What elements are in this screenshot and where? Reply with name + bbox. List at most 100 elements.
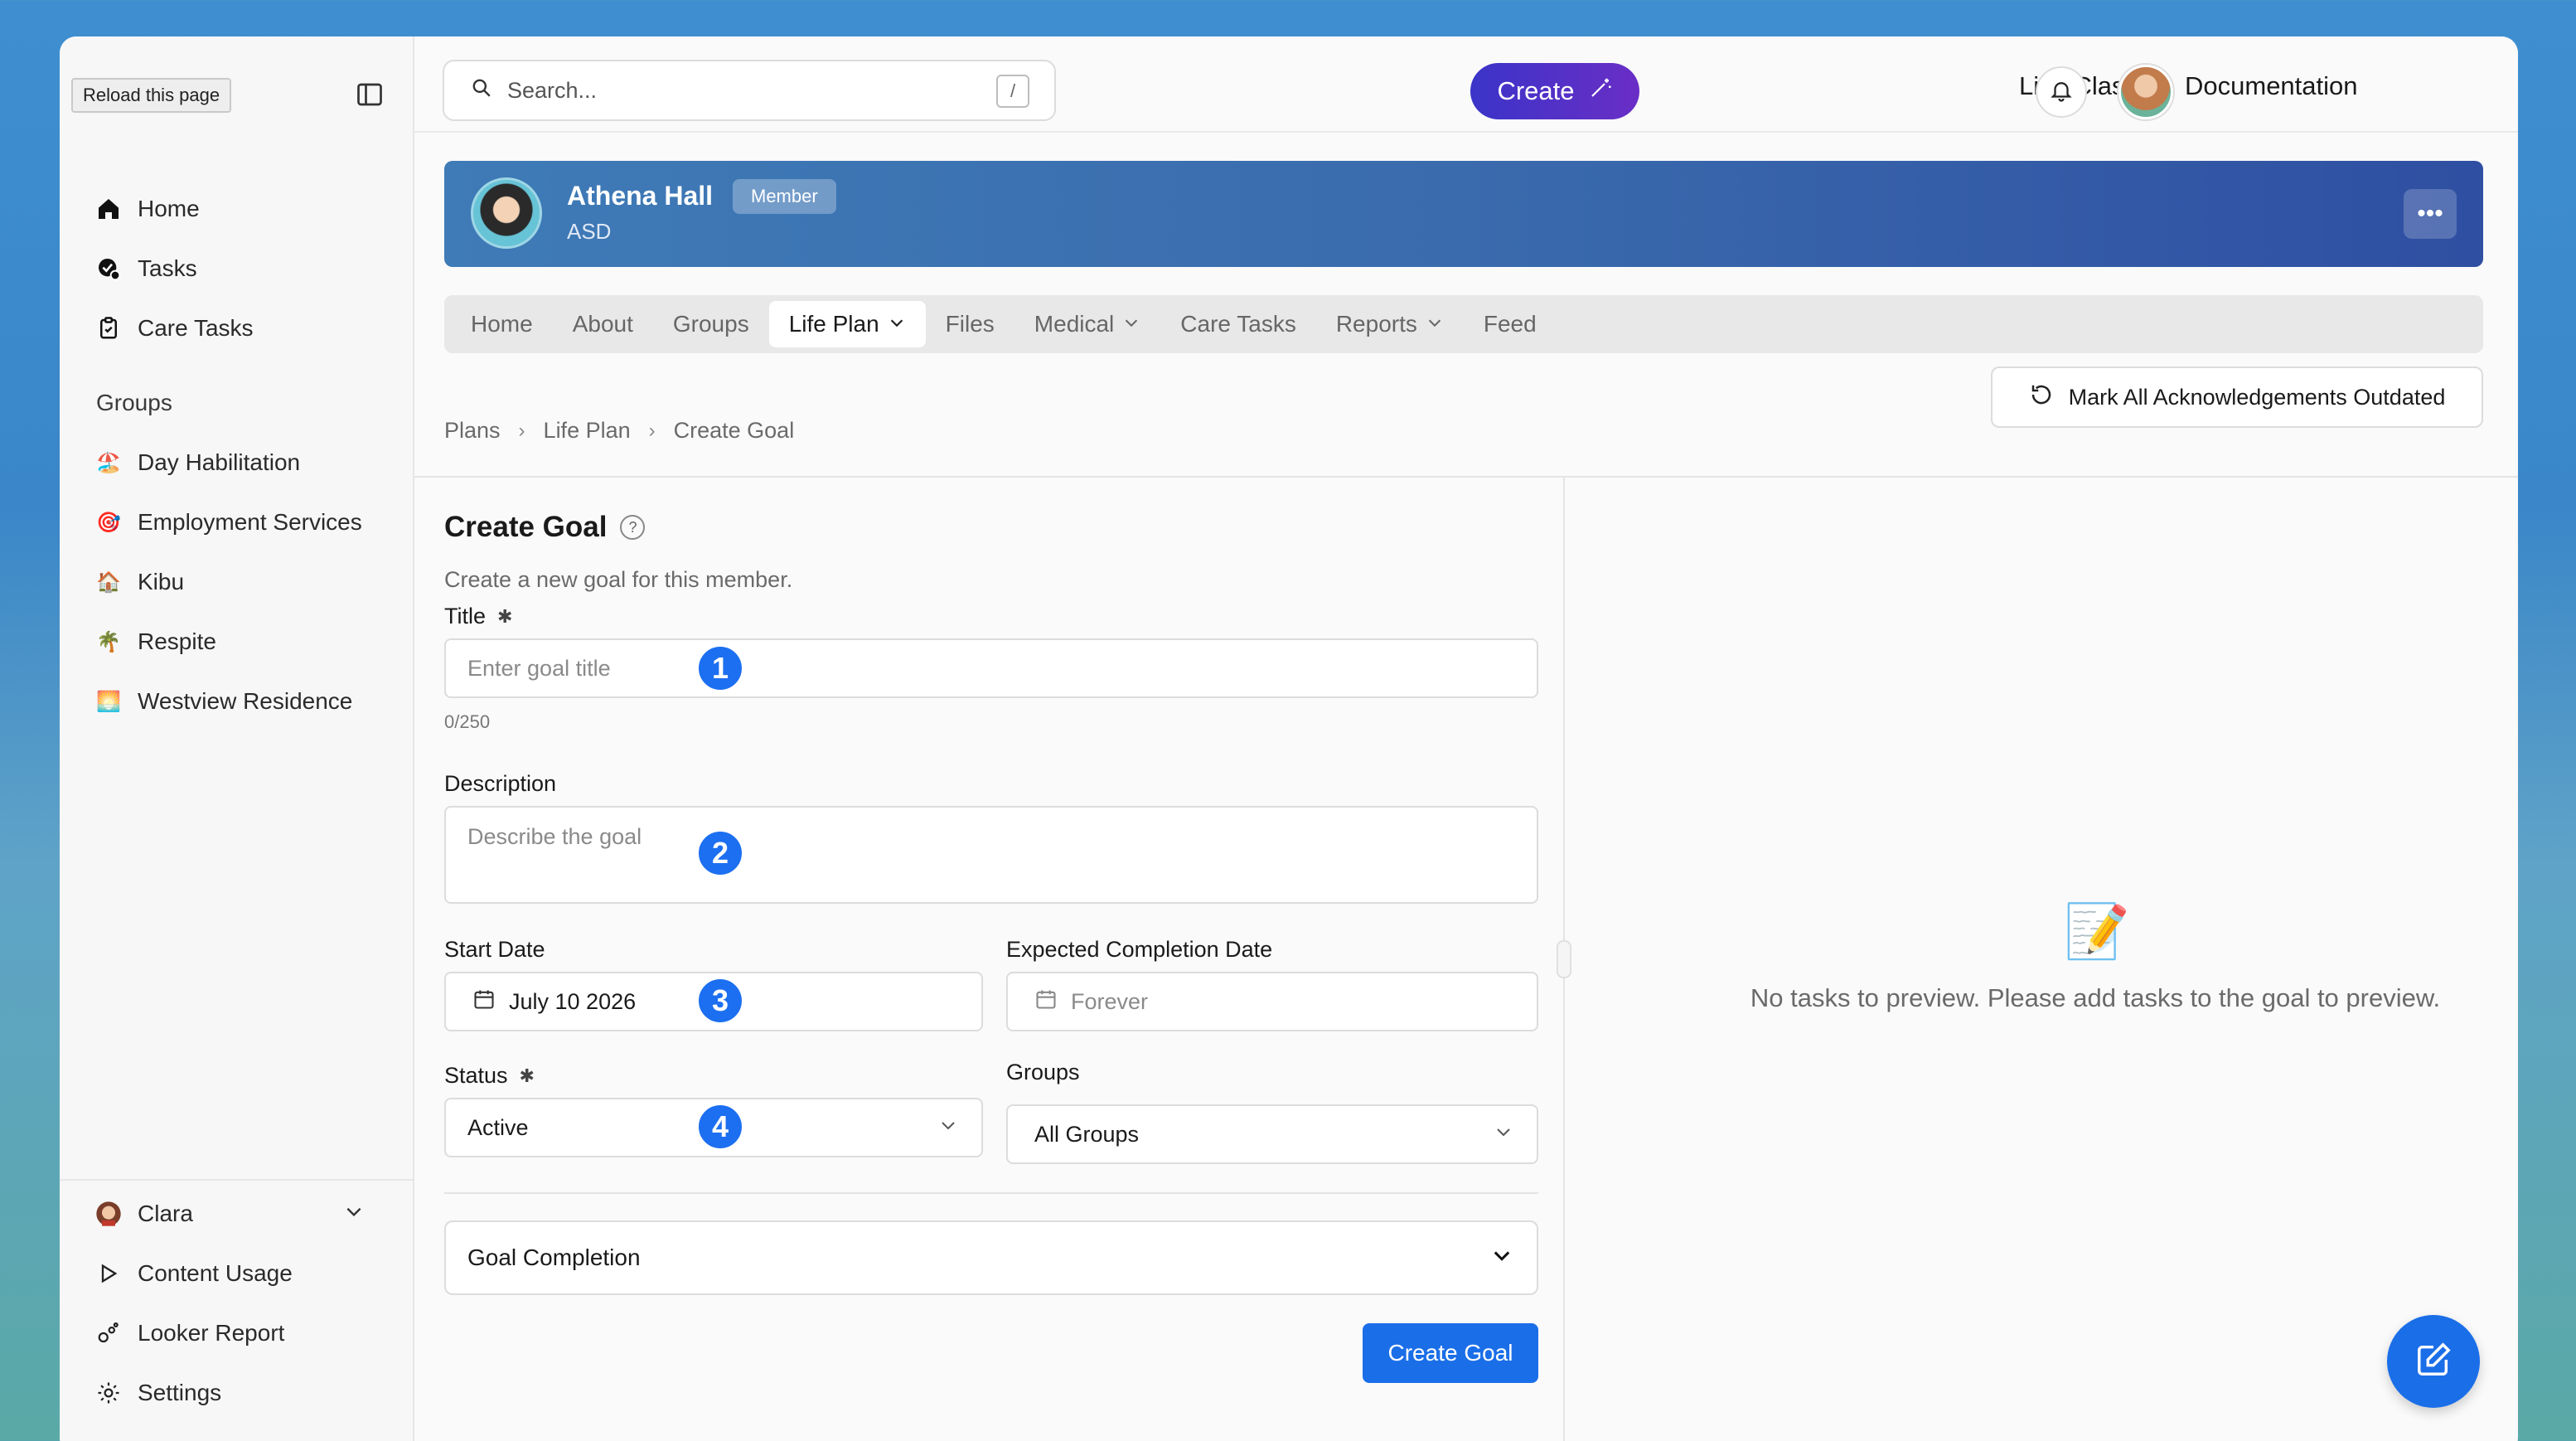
content-divider	[414, 476, 2518, 478]
step-marker-2: 2	[696, 829, 744, 877]
breadcrumb: Plans › Life Plan › Create Goal	[444, 418, 794, 444]
target-icon: 🎯	[96, 511, 121, 534]
house-icon: 🏠	[96, 570, 121, 594]
more-options-button[interactable]: •••	[2404, 189, 2457, 239]
sidebar-divider	[60, 1179, 414, 1181]
chevron-right-icon: ›	[648, 419, 656, 442]
sidebar-item-settings[interactable]: Settings	[94, 1370, 221, 1416]
groups-value: All Groups	[1034, 1121, 1140, 1147]
status-value: Active	[467, 1114, 529, 1140]
search-icon	[471, 77, 492, 104]
panel-resize-handle[interactable]	[1557, 940, 1571, 978]
title-label: Title ✱	[444, 604, 512, 629]
chevron-down-icon	[1122, 311, 1140, 337]
user-name: Clara	[138, 1201, 193, 1226]
sidebar-item-looker-report[interactable]: Looker Report	[94, 1310, 284, 1356]
label-text: Groups	[1006, 1060, 1080, 1084]
chevron-down-icon	[1490, 1244, 1513, 1273]
completion-date-picker[interactable]: Forever	[1006, 972, 1538, 1031]
refresh-icon	[2029, 382, 2054, 413]
app-window: Reload this page Home Tasks Care Tasks G…	[60, 36, 2518, 1441]
member-name: Athena Hall	[567, 181, 714, 211]
member-subtitle: ASD	[567, 219, 612, 244]
step-marker-1: 1	[696, 644, 744, 692]
profile-avatar[interactable]	[2118, 65, 2173, 119]
sidebar-item-label: Day Habilitation	[138, 449, 301, 475]
chevron-down-icon	[343, 1201, 365, 1228]
gear-icon	[94, 1379, 123, 1407]
member-banner: Athena Hall Member ASD •••	[444, 161, 2483, 267]
sidebar-item-label: Kibu	[138, 569, 185, 594]
sidebar-group-kibu[interactable]: 🏠 Kibu	[94, 559, 184, 605]
tab-reports[interactable]: Reports	[1316, 301, 1464, 347]
memo-icon: 📝	[2064, 901, 2130, 961]
search-shortcut-key: /	[996, 75, 1029, 108]
start-date-label: Start Date	[444, 937, 545, 963]
tab-groups[interactable]: Groups	[653, 301, 769, 347]
help-icon[interactable]: ?	[620, 515, 646, 540]
form-subtitle: Create a new goal for this member.	[444, 567, 793, 592]
reload-tooltip: Reload this page	[71, 78, 232, 113]
tab-files[interactable]: Files	[926, 301, 1014, 347]
sidebar-item-home[interactable]: Home	[94, 186, 200, 232]
notifications-button[interactable]	[2036, 66, 2087, 118]
sidebar-item-label: Respite	[138, 628, 216, 654]
description-label: Description	[444, 771, 556, 797]
accordion-label: Goal Completion	[467, 1244, 641, 1270]
tab-label: Feed	[1483, 311, 1537, 337]
home-icon	[94, 195, 123, 223]
member-tabs: Home About Groups Life Plan Files Medica…	[444, 295, 2483, 353]
sunset-icon: 🌅	[96, 690, 121, 713]
goal-title-input[interactable]: Enter goal title	[444, 638, 1538, 698]
tasks-icon	[94, 255, 123, 283]
form-title: Create Goal ?	[444, 511, 646, 544]
groups-select[interactable]: All Groups	[1006, 1104, 1538, 1164]
user-avatar-icon	[94, 1200, 123, 1228]
tab-life-plan[interactable]: Life Plan	[768, 301, 926, 347]
label-text: Description	[444, 771, 557, 796]
chevron-down-icon	[1494, 1122, 1513, 1147]
compose-fab-button[interactable]	[2387, 1315, 2480, 1408]
sidebar-group-employment-services[interactable]: 🎯 Employment Services	[94, 499, 362, 546]
goal-description-textarea[interactable]: Describe the goal	[444, 806, 1538, 904]
member-avatar	[471, 177, 542, 249]
sidebar-group-day-habilitation[interactable]: 🏖️ Day Habilitation	[94, 439, 300, 486]
label-text: Title	[444, 604, 487, 628]
input-placeholder: Forever	[1071, 988, 1149, 1014]
sidebar: Reload this page Home Tasks Care Tasks G…	[60, 36, 414, 1441]
user-menu[interactable]: Clara	[94, 1191, 393, 1237]
mark-acknowledgements-outdated-button[interactable]: Mark All Acknowledgements Outdated	[1991, 366, 2483, 428]
sidebar-item-label: Looker Report	[138, 1320, 285, 1346]
more-horizontal-icon: •••	[2417, 200, 2443, 227]
sidebar-item-care-tasks[interactable]: Care Tasks	[94, 305, 254, 352]
sidebar-item-label: Home	[138, 196, 200, 221]
create-button[interactable]: Create	[1470, 63, 1639, 119]
sidebar-group-respite[interactable]: 🌴 Respite	[94, 619, 216, 665]
sidebar-toggle-icon[interactable]	[355, 80, 385, 109]
label-text: Expected Completion Date	[1006, 937, 1273, 962]
sidebar-group-westview-residence[interactable]: 🌅 Westview Residence	[94, 678, 352, 725]
create-goal-button[interactable]: Create Goal	[1363, 1323, 1538, 1383]
breadcrumb-plans[interactable]: Plans	[444, 418, 501, 444]
member-role-badge: Member	[733, 179, 836, 214]
looker-icon	[94, 1319, 123, 1347]
breadcrumb-life-plan[interactable]: Life Plan	[544, 418, 631, 444]
tab-feed[interactable]: Feed	[1464, 301, 1557, 347]
title-character-counter: 0/250	[444, 711, 491, 732]
search-input[interactable]: Search... /	[443, 60, 1056, 121]
goal-completion-accordion[interactable]: Goal Completion	[444, 1220, 1538, 1295]
sidebar-item-tasks[interactable]: Tasks	[94, 245, 197, 292]
tab-home[interactable]: Home	[451, 301, 553, 347]
calendar-icon	[1034, 987, 1058, 1016]
input-placeholder: Enter goal title	[467, 655, 611, 681]
tab-label: Care Tasks	[1180, 311, 1296, 337]
bell-icon	[2049, 78, 2074, 107]
tab-care-tasks[interactable]: Care Tasks	[1160, 301, 1316, 347]
groups-label: Groups	[1006, 1060, 1080, 1085]
tab-medical[interactable]: Medical	[1014, 301, 1160, 347]
documentation-link[interactable]: Documentation	[2185, 71, 2358, 101]
tab-about[interactable]: About	[553, 301, 653, 347]
tab-label: Life Plan	[788, 311, 879, 337]
sidebar-item-label: Tasks	[138, 255, 197, 281]
sidebar-item-content-usage[interactable]: Content Usage	[94, 1250, 293, 1297]
